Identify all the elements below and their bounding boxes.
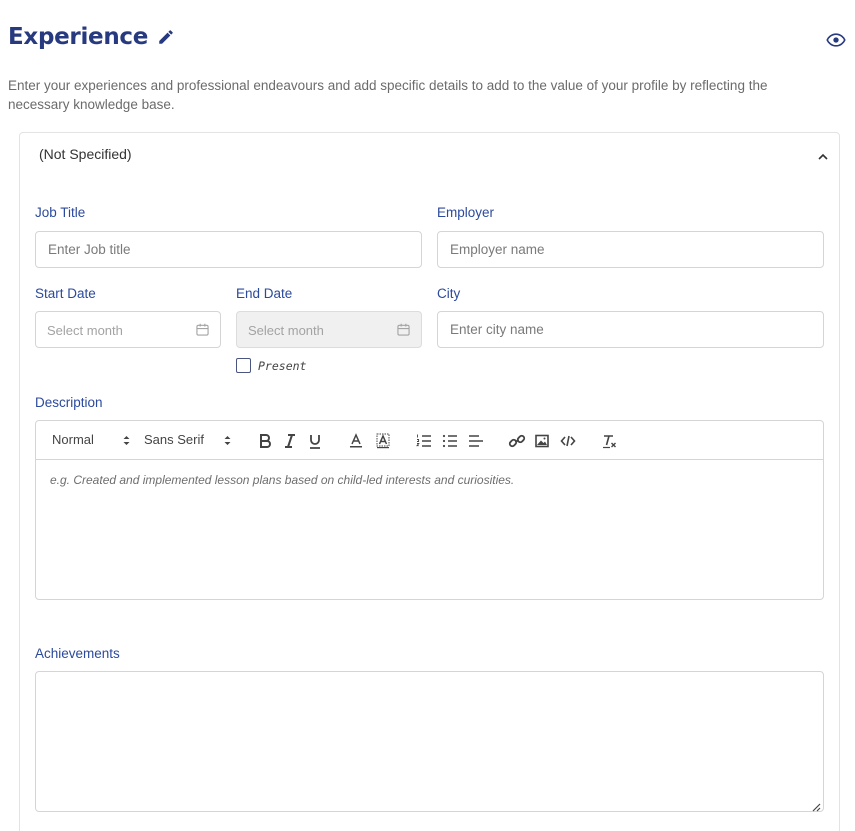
font-select-value: Sans Serif bbox=[144, 432, 204, 447]
select-arrows-icon bbox=[123, 436, 130, 445]
description-editor[interactable]: e.g. Created and implemented lesson plan… bbox=[35, 459, 824, 600]
editor-toolbar: Normal Sans Serif bbox=[35, 420, 824, 460]
image-icon[interactable] bbox=[533, 432, 551, 450]
start-date-label: Start Date bbox=[35, 286, 96, 301]
chevron-up-icon[interactable] bbox=[817, 149, 829, 160]
section-header: Experience bbox=[8, 24, 175, 50]
align-icon[interactable] bbox=[467, 432, 485, 450]
page-title: Experience bbox=[8, 24, 149, 50]
end-date-picker[interactable]: Select month bbox=[236, 311, 422, 348]
entry-title: (Not Specified) bbox=[39, 146, 132, 162]
eye-icon[interactable] bbox=[826, 32, 846, 48]
bullet-list-icon[interactable] bbox=[441, 432, 459, 450]
description-placeholder: e.g. Created and implemented lesson plan… bbox=[50, 473, 515, 487]
resize-handle-icon[interactable] bbox=[811, 799, 821, 812]
entry-header[interactable]: (Not Specified) bbox=[20, 133, 839, 175]
present-option: Present bbox=[236, 358, 306, 373]
description-label: Description bbox=[35, 395, 103, 410]
background-color-icon[interactable] bbox=[374, 432, 392, 450]
job-title-label: Job Title bbox=[35, 205, 86, 220]
code-icon[interactable] bbox=[559, 432, 577, 450]
underline-icon[interactable] bbox=[306, 432, 324, 450]
ordered-list-icon[interactable] bbox=[415, 432, 433, 450]
employer-input[interactable] bbox=[437, 231, 824, 268]
calendar-icon bbox=[397, 323, 410, 336]
format-select[interactable]: Normal bbox=[52, 432, 132, 447]
italic-icon[interactable] bbox=[281, 432, 299, 450]
achievements-textarea[interactable] bbox=[35, 671, 824, 812]
format-select-value: Normal bbox=[52, 432, 94, 447]
link-icon[interactable] bbox=[508, 432, 526, 450]
city-input[interactable] bbox=[437, 311, 824, 348]
text-color-icon[interactable] bbox=[347, 432, 365, 450]
end-date-placeholder: Select month bbox=[248, 323, 324, 338]
present-label: Present bbox=[258, 358, 307, 373]
end-date-label: End Date bbox=[236, 286, 293, 301]
start-date-picker[interactable]: Select month bbox=[35, 311, 221, 348]
bold-icon[interactable] bbox=[256, 432, 274, 450]
font-select[interactable]: Sans Serif bbox=[144, 432, 234, 447]
calendar-icon bbox=[196, 323, 209, 336]
pencil-icon[interactable] bbox=[157, 28, 175, 46]
city-label: City bbox=[437, 286, 461, 301]
clear-format-icon[interactable] bbox=[600, 432, 618, 450]
present-checkbox[interactable] bbox=[236, 358, 251, 373]
employer-label: Employer bbox=[437, 205, 495, 220]
select-arrows-icon bbox=[224, 436, 231, 445]
job-title-input[interactable] bbox=[35, 231, 422, 268]
achievements-label: Achievements bbox=[35, 646, 120, 661]
start-date-placeholder: Select month bbox=[47, 323, 123, 338]
section-description: Enter your experiences and professional … bbox=[8, 78, 768, 112]
